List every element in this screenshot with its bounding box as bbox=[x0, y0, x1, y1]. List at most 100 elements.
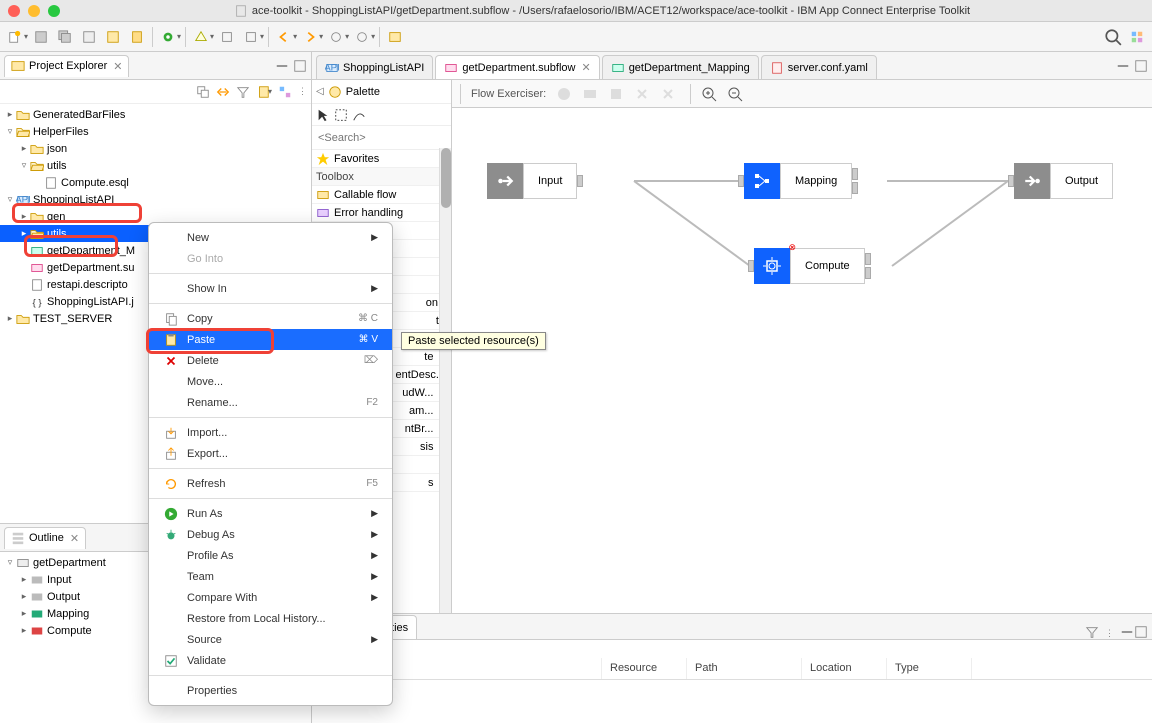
palette-item[interactable]: Callable flow⌄ bbox=[312, 186, 451, 204]
tb-btn-9[interactable] bbox=[216, 26, 238, 48]
menu-item-team[interactable]: Team▶ bbox=[149, 566, 392, 587]
tb-btn-13[interactable] bbox=[325, 26, 347, 48]
connection-tool-icon[interactable] bbox=[352, 108, 366, 122]
tree-item-GeneratedBarFiles[interactable]: ▸GeneratedBarFiles bbox=[0, 106, 311, 123]
debug-button[interactable] bbox=[157, 26, 179, 48]
menu-item-debug-as[interactable]: Debug As▶ bbox=[149, 524, 392, 545]
output-terminal[interactable] bbox=[577, 175, 583, 187]
close-icon[interactable]: ✕ bbox=[113, 60, 122, 73]
editor-tab-getDepartment_Mapping[interactable]: getDepartment_Mapping bbox=[602, 55, 759, 79]
tb-btn-15[interactable] bbox=[384, 26, 406, 48]
minimize-view-icon[interactable] bbox=[1116, 59, 1130, 73]
fail-terminal[interactable] bbox=[852, 182, 858, 194]
menu-item-properties[interactable]: Properties bbox=[149, 680, 392, 701]
menu-item-new[interactable]: New▶ bbox=[149, 227, 392, 248]
pe-refresh-icon[interactable] bbox=[278, 85, 292, 99]
marquee-tool-icon[interactable] bbox=[334, 108, 348, 122]
zoom-in-icon[interactable] bbox=[701, 86, 717, 102]
palette-item[interactable]: Error handling⌄ bbox=[312, 204, 451, 222]
flow-canvas[interactable]: Input Mapping Output bbox=[452, 108, 1152, 641]
outline-item[interactable]: Mapping bbox=[47, 608, 89, 620]
close-icon[interactable]: ✕ bbox=[70, 532, 79, 545]
menu-item-show-in[interactable]: Show In▶ bbox=[149, 278, 392, 299]
menu-item-rename-[interactable]: Rename...F2 bbox=[149, 392, 392, 413]
link-editor-icon[interactable] bbox=[216, 85, 230, 99]
menu-item-source[interactable]: Source▶ bbox=[149, 629, 392, 650]
tree-item-json[interactable]: ▸json bbox=[0, 140, 311, 157]
input-node[interactable]: Input bbox=[487, 163, 583, 199]
fe-icon-4[interactable] bbox=[634, 86, 650, 102]
th-location[interactable]: Location bbox=[802, 658, 887, 679]
editor-tab-ShoppingListAPI[interactable]: APIShoppingListAPI bbox=[316, 55, 433, 79]
collapse-all-icon[interactable] bbox=[196, 85, 210, 99]
palette-search-input[interactable] bbox=[318, 132, 460, 144]
output-node[interactable]: Output bbox=[1008, 163, 1113, 199]
new-button[interactable] bbox=[4, 26, 26, 48]
fail-terminal[interactable] bbox=[865, 267, 871, 279]
menu-item-import-[interactable]: Import... bbox=[149, 422, 392, 443]
editor-tab-server.conf.yaml[interactable]: server.conf.yaml bbox=[761, 55, 877, 79]
outline-root[interactable]: getDepartment bbox=[33, 557, 106, 569]
th-type[interactable]: Type bbox=[887, 658, 972, 679]
palette-item[interactable]: Favorites⌄ bbox=[312, 150, 451, 168]
minimize-view-icon[interactable] bbox=[275, 59, 289, 73]
perspective-button[interactable] bbox=[1126, 26, 1148, 48]
maximize-view-icon[interactable] bbox=[1134, 59, 1148, 73]
menu-item-export-[interactable]: Export... bbox=[149, 443, 392, 464]
project-explorer-tab[interactable]: Project Explorer ✕ bbox=[4, 55, 129, 77]
tb-btn-14[interactable] bbox=[351, 26, 373, 48]
outline-item[interactable]: Input bbox=[47, 574, 71, 586]
tree-item-HelperFiles[interactable]: ▿HelperFiles bbox=[0, 123, 311, 140]
menu-item-run-as[interactable]: Run As▶ bbox=[149, 503, 392, 524]
tree-item-Compute.esql[interactable]: Compute.esql bbox=[0, 174, 311, 191]
menu-item-profile-as[interactable]: Profile As▶ bbox=[149, 545, 392, 566]
menu-item-refresh[interactable]: RefreshF5 bbox=[149, 473, 392, 494]
menu-item-move-[interactable]: Move... bbox=[149, 371, 392, 392]
close-window-button[interactable] bbox=[8, 5, 20, 17]
th-path[interactable]: Path bbox=[687, 658, 802, 679]
maximize-window-button[interactable] bbox=[48, 5, 60, 17]
palette-category[interactable]: Toolbox bbox=[312, 168, 451, 186]
stop-icon[interactable] bbox=[608, 86, 624, 102]
filter-icon[interactable] bbox=[236, 85, 250, 99]
tb-btn-10[interactable] bbox=[240, 26, 262, 48]
tb-btn-4[interactable] bbox=[78, 26, 100, 48]
zoom-out-icon[interactable] bbox=[727, 86, 743, 102]
save-button[interactable] bbox=[30, 26, 52, 48]
menu-item-restore-from-local-history-[interactable]: Restore from Local History... bbox=[149, 608, 392, 629]
quick-access-search[interactable] bbox=[1102, 26, 1124, 48]
output-terminal[interactable] bbox=[865, 253, 871, 265]
send-icon[interactable] bbox=[582, 86, 598, 102]
fe-icon-5[interactable] bbox=[660, 86, 676, 102]
menu-item-compare-with[interactable]: Compare With▶ bbox=[149, 587, 392, 608]
menu-item-delete[interactable]: Delete⌦ bbox=[149, 350, 392, 371]
scrollbar-thumb[interactable] bbox=[441, 148, 451, 208]
outline-item[interactable]: Output bbox=[47, 591, 80, 603]
minimize-window-button[interactable] bbox=[28, 5, 40, 17]
palette-collapse-icon[interactable]: ◁ bbox=[316, 86, 324, 97]
search-button[interactable] bbox=[190, 26, 212, 48]
menu-item-copy[interactable]: Copy⌘ C bbox=[149, 308, 392, 329]
mapping-node[interactable]: Mapping bbox=[738, 163, 858, 199]
output-terminal[interactable] bbox=[852, 168, 858, 180]
back-button[interactable] bbox=[273, 26, 295, 48]
tree-item-ShoppingListAPI[interactable]: ▿APIShoppingListAPI bbox=[0, 191, 311, 208]
outline-tab[interactable]: Outline ✕ bbox=[4, 527, 86, 549]
tree-item-utils[interactable]: ▿utils bbox=[0, 157, 311, 174]
menu-item-validate[interactable]: Validate bbox=[149, 650, 392, 671]
tb-btn-6[interactable] bbox=[126, 26, 148, 48]
outline-item[interactable]: Compute bbox=[47, 625, 92, 637]
selection-tool-icon[interactable] bbox=[316, 108, 330, 122]
palette-scrollbar[interactable] bbox=[439, 148, 451, 613]
tb-btn-5[interactable] bbox=[102, 26, 124, 48]
maximize-view-icon[interactable] bbox=[293, 59, 307, 73]
record-icon[interactable] bbox=[556, 86, 572, 102]
view-menu-icon[interactable]: ⋮ bbox=[298, 86, 307, 97]
editor-tab-getDepartment.subflow[interactable]: getDepartment.subflow✕ bbox=[435, 55, 599, 79]
compute-node[interactable]: ⊗ Compute bbox=[748, 248, 871, 284]
close-icon[interactable]: ✕ bbox=[581, 61, 590, 74]
th-resource[interactable]: Resource bbox=[602, 658, 687, 679]
forward-button[interactable] bbox=[299, 26, 321, 48]
menu-item-paste[interactable]: Paste⌘ V bbox=[149, 329, 392, 350]
save-all-button[interactable] bbox=[54, 26, 76, 48]
